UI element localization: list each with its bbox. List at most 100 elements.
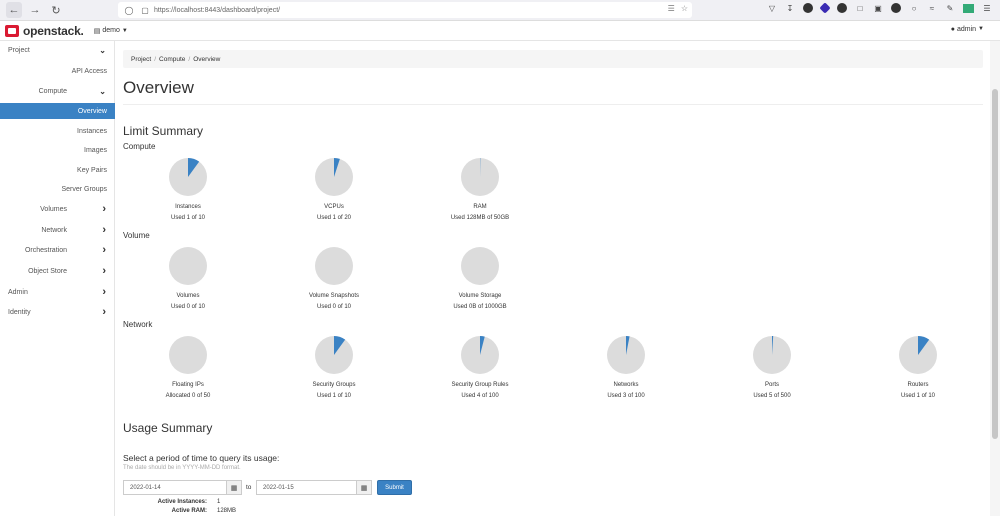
- quota-chart-networks: Networks Used 3 of 100: [561, 335, 691, 399]
- lock-icon: ▢: [141, 5, 149, 15]
- reload-icon[interactable]: ↻: [48, 2, 64, 18]
- extension-circle-icon[interactable]: [837, 3, 847, 13]
- quota-used-text: Used 0B of 1000GB: [453, 304, 507, 310]
- back-arrow-icon[interactable]: ←: [6, 2, 22, 18]
- stat-key: Active RAM:: [171, 508, 207, 514]
- page-title: Overview: [123, 78, 194, 97]
- quota-label: Volumes: [176, 293, 200, 299]
- stat-value: 1: [217, 499, 221, 505]
- calendar-icon[interactable]: ▦: [226, 481, 241, 494]
- menu-icon[interactable]: ☰: [982, 3, 992, 13]
- sidebar-item-label: Images: [84, 146, 107, 154]
- quota-used-text: Allocated 0 of 50: [165, 393, 211, 399]
- sidebar-item-key-pairs[interactable]: Key Pairs: [0, 162, 115, 178]
- quota-label: Floating IPs: [172, 382, 204, 388]
- start-date-input[interactable]: 2022-01-14 ▦: [123, 480, 242, 495]
- section-heading-compute: Compute: [123, 142, 156, 151]
- breadcrumb-compute[interactable]: Compute: [159, 56, 185, 63]
- pie-chart: [607, 336, 645, 374]
- sidebar-item-object-store[interactable]: Object Store ›: [0, 263, 115, 279]
- page-scrollbar[interactable]: [990, 41, 1000, 516]
- quota-label: Volume Storage: [458, 293, 502, 299]
- sidebar-item-instances[interactable]: Instances: [0, 123, 115, 139]
- scrollbar-thumb[interactable]: [992, 89, 998, 439]
- pocket-icon[interactable]: ▽: [767, 3, 777, 13]
- browser-toolbar: ← → ↻ ◯ ▢ https://localhost:8443/dashboa…: [0, 0, 1000, 21]
- chevron-right-icon: ›: [102, 203, 106, 215]
- extension-diamond-icon[interactable]: [819, 2, 831, 14]
- sidebar-item-label: Identity: [8, 308, 31, 316]
- sidebar-item-label: Object Store: [28, 267, 67, 275]
- forward-arrow-icon[interactable]: →: [27, 2, 43, 18]
- quota-used-text: Used 1 of 10: [170, 215, 206, 221]
- user-menu[interactable]: ● admin ▼: [951, 26, 984, 33]
- quota-chart-volume-snapshots: Volume Snapshots Used 0 of 10: [269, 246, 399, 310]
- usage-summary-heading: Usage Summary: [123, 421, 213, 435]
- sidebar-item-api-access[interactable]: API Access: [0, 63, 115, 79]
- sidebar-item-label: Overview: [77, 107, 107, 115]
- sidebar: Project ⌄ API Access Compute ⌄ Overview Instan…: [0, 41, 115, 516]
- pie-chart: [169, 247, 207, 285]
- openstack-logo-icon[interactable]: [5, 24, 19, 37]
- quota-used-text: Used 0 of 10: [170, 304, 206, 310]
- extension-dollar-icon[interactable]: [803, 3, 813, 13]
- chevron-right-icon: ›: [102, 244, 106, 256]
- chevron-right-icon: ›: [102, 265, 106, 277]
- logo-text[interactable]: openstack.: [23, 24, 84, 38]
- pie-remaining-slice: [169, 247, 207, 285]
- chevron-right-icon: ›: [102, 306, 106, 318]
- stat-active-ram: Active RAM: 128MB: [123, 508, 236, 514]
- quota-chart-ports: Ports Used 5 of 500: [707, 335, 837, 399]
- extension-wave-icon[interactable]: ≈: [927, 3, 937, 13]
- quota-used-text: Used 1 of 20: [316, 215, 352, 221]
- quota-chart-instances: Instances Used 1 of 10: [123, 157, 253, 221]
- download-icon[interactable]: ↧: [785, 3, 795, 13]
- quota-chart-security-group-rules: Security Group Rules Used 4 of 100: [415, 335, 545, 399]
- breadcrumb-overview: Overview: [193, 55, 221, 63]
- divider: [123, 104, 983, 105]
- sidebar-item-label: Admin: [8, 288, 28, 296]
- quota-used-text: Used 0 of 10: [316, 304, 352, 310]
- submit-button[interactable]: Submit: [377, 480, 412, 495]
- sidebar-item-identity[interactable]: Identity ›: [0, 304, 115, 320]
- sidebar-item-label: Project: [8, 46, 30, 54]
- end-date-input[interactable]: 2022-01-15 ▦: [256, 480, 372, 495]
- quota-label: RAM: [473, 204, 487, 210]
- sidebar-item-label: Server Groups: [61, 185, 107, 193]
- extension-dot-icon[interactable]: [891, 3, 901, 13]
- url-bar[interactable]: ◯ ▢ https://localhost:8443/dashboard/pro…: [118, 2, 692, 18]
- sidebar-item-project[interactable]: Project ⌄: [0, 42, 115, 58]
- quota-label: Ports: [764, 382, 779, 388]
- sidebar-item-admin[interactable]: Admin ›: [0, 284, 115, 300]
- extension-ip-icon[interactable]: ○: [909, 3, 919, 13]
- reader-view-icon[interactable]: ☰: [668, 4, 675, 13]
- pie-chart: [315, 336, 353, 374]
- pie-chart: [461, 336, 499, 374]
- sidebar-item-overview[interactable]: Overview: [0, 103, 115, 119]
- breadcrumb-project[interactable]: Project: [131, 56, 151, 63]
- sidebar-item-network[interactable]: Network ›: [0, 222, 115, 238]
- sidebar-item-label: Instances: [77, 127, 107, 135]
- sidebar-item-label: Network: [41, 226, 67, 234]
- project-picker[interactable]: ▤ demo ▼: [94, 27, 128, 35]
- pen-icon[interactable]: ✎: [945, 3, 955, 13]
- crop-icon[interactable]: □: [855, 3, 865, 13]
- pie-chart: [169, 158, 207, 196]
- user-icon: ●: [950, 26, 955, 33]
- sidebar-item-volumes[interactable]: Volumes ›: [0, 201, 115, 217]
- quota-chart-routers: Routers Used 1 of 10: [853, 335, 983, 399]
- extension-badge-icon[interactable]: [963, 3, 974, 13]
- bookmark-star-icon[interactable]: ☆: [681, 4, 688, 13]
- sidebar-item-images[interactable]: Images: [0, 142, 115, 158]
- sidebar-item-server-groups[interactable]: Server Groups: [0, 181, 115, 197]
- main-content: Project / Compute / Overview Overview Li…: [115, 41, 990, 516]
- quota-chart-floating-ips: Floating IPs Allocated 0 of 50: [123, 335, 253, 399]
- sidebar-item-compute[interactable]: Compute ⌄: [0, 83, 115, 99]
- sidebar-item-orchestration[interactable]: Orchestration ›: [0, 242, 115, 258]
- extension-square-icon[interactable]: ▣: [873, 3, 883, 13]
- quota-label: Security Groups: [312, 382, 356, 388]
- quota-label: Networks: [613, 382, 639, 388]
- calendar-icon[interactable]: ▦: [356, 481, 371, 494]
- quota-chart-volume-storage: Volume Storage Used 0B of 1000GB: [415, 246, 545, 310]
- chevron-down-icon: ⌄: [99, 45, 106, 55]
